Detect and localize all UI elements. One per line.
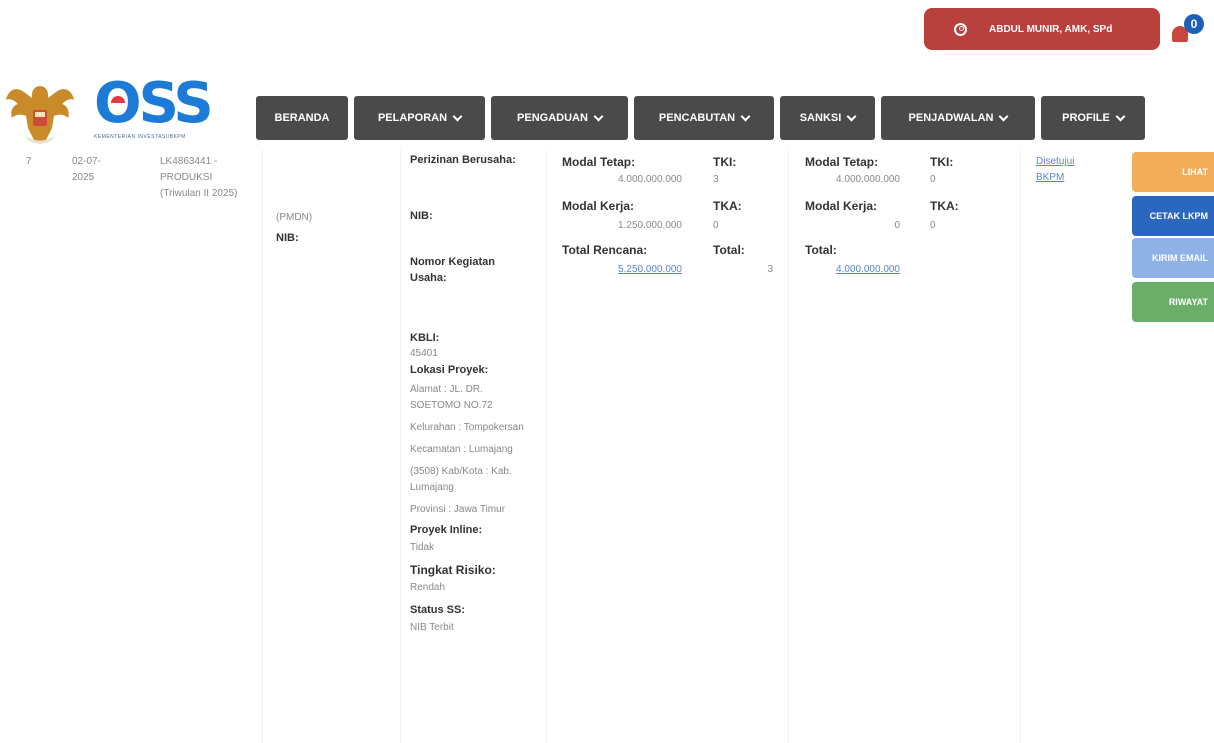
cetak-lkpm-button[interactable]: CETAK LKPM xyxy=(1132,196,1214,236)
notification-button[interactable]: 0 xyxy=(1168,12,1208,52)
nav-pelaporan[interactable]: PELAPORAN xyxy=(354,96,485,140)
risiko-value: Rendah xyxy=(410,582,446,593)
kbli-value: 45401 xyxy=(410,348,438,359)
rencana-tka-value: 0 xyxy=(713,220,719,231)
provinsi-value: Provinsi : Jawa Timur xyxy=(410,504,506,515)
status-link[interactable]: Disetujui BKPM xyxy=(1036,154,1096,186)
project-details: Perizinan Berusaha: NIB: Nomor Kegiatan … xyxy=(410,152,534,636)
realisasi-modal-tetap-label: Modal Tetap: xyxy=(805,155,879,169)
user-icon xyxy=(954,22,967,36)
row-number: 7 xyxy=(26,156,32,167)
chevron-down-icon xyxy=(846,111,857,121)
nav-penjadwalan[interactable]: PENJADWALAN xyxy=(881,96,1035,140)
realisasi-total-label: Total: xyxy=(805,243,837,257)
lihat-button[interactable]: LIHAT xyxy=(1132,152,1214,192)
status-ss-label: Status SS: xyxy=(410,604,466,616)
oss-logo-text: OSS xyxy=(94,71,214,136)
chevron-down-icon xyxy=(999,111,1009,121)
lokasi-label: Lokasi Proyek: xyxy=(410,364,489,376)
oss-logo-dome-icon xyxy=(111,96,125,103)
risiko-label: Tingkat Risiko: xyxy=(410,563,496,577)
rencana-modal-tetap-label: Modal Tetap: xyxy=(562,155,636,169)
row-date: 02-07- 2025 xyxy=(72,156,101,183)
user-menu-button[interactable]: ABDUL MUNIR, AMK, SPd xyxy=(924,8,1160,50)
realisasi-tki-value: 0 xyxy=(930,174,936,185)
rencana-modal-kerja-value: 1.250.000.000 xyxy=(618,220,682,231)
status-ss-value: NIB Terbit xyxy=(410,622,454,633)
nav-pencabutan[interactable]: PENCABUTAN xyxy=(634,96,774,140)
proyek-inline-label: Proyek Inline: xyxy=(410,524,483,536)
alamat-value: Alamat : JL. DR. SOETOMO NO.72 xyxy=(410,384,493,411)
rencana-tki-label: TKI: xyxy=(713,155,737,169)
rencana-total-label: Total Rencana: xyxy=(562,243,648,257)
kecamatan-value: Kecamatan : Lumajang xyxy=(410,444,513,455)
row-report: LK4863441 - PRODUKSI (Triwulan II 2025) xyxy=(160,156,238,199)
realisasi-tka-value: 0 xyxy=(930,220,936,231)
rencana-total-link[interactable]: 5.250.000.000 xyxy=(562,262,682,278)
riwayat-button[interactable]: RIWAYAT xyxy=(1132,282,1214,322)
realisasi-total-link[interactable]: 4.000.000.000 xyxy=(790,262,900,278)
nav-pengaduan[interactable]: PENGADUAN xyxy=(491,96,628,140)
kbli-label: KBLI: xyxy=(410,332,440,344)
garuda-emblem-icon xyxy=(6,86,74,144)
nib-label: NIB: xyxy=(276,232,299,244)
nav-profile[interactable]: PROFILE xyxy=(1041,96,1145,140)
realisasi-modal-tetap-value: 4.000.000.000 xyxy=(836,174,900,185)
rencana-modal-tetap-value: 4.000.000.000 xyxy=(618,174,682,185)
rencana-tk-total-label: Total: xyxy=(713,243,745,257)
main-nav: BERANDA PELAPORAN PENGADUAN PENCABUTAN S… xyxy=(256,96,1145,140)
notification-badge: 0 xyxy=(1184,14,1204,34)
oss-logo: OSS KEMENTERIAN INVESTASI/BKPM xyxy=(94,74,240,154)
user-name: ABDUL MUNIR, AMK, SPd xyxy=(989,23,1113,35)
proyek-inline-value: Tidak xyxy=(410,542,435,553)
company-type: (PMDN) xyxy=(276,212,313,223)
nav-beranda[interactable]: BERANDA xyxy=(256,96,348,140)
realisasi-modal-kerja-value: 0 xyxy=(894,220,900,231)
chevron-down-icon xyxy=(452,111,463,121)
kirim-email-button[interactable]: KIRIM EMAIL xyxy=(1132,238,1214,278)
rencana-tka-label: TKA: xyxy=(713,199,742,213)
nav-sanksi[interactable]: SANKSI xyxy=(780,96,875,140)
chevron-down-icon xyxy=(593,111,604,121)
nomor-kegiatan-label: Nomor Kegiatan Usaha: xyxy=(410,256,495,284)
chevron-down-icon xyxy=(1115,111,1126,121)
perizinan-label: Perizinan Berusaha: xyxy=(410,154,516,166)
nib-label-2: NIB: xyxy=(410,210,433,222)
chevron-down-icon xyxy=(740,111,751,121)
realisasi-tka-label: TKA: xyxy=(930,199,959,213)
realisasi-tki-label: TKI: xyxy=(930,155,954,169)
kabkota-value: (3508) Kab/Kota : Kab. Lumajang xyxy=(410,466,512,493)
rencana-tk-total-value: 3 xyxy=(767,264,773,275)
realisasi-modal-kerja-label: Modal Kerja: xyxy=(805,199,878,213)
rencana-tki-value: 3 xyxy=(713,174,719,185)
rencana-modal-kerja-label: Modal Kerja: xyxy=(562,199,635,213)
kelurahan-value: Kelurahan : Tompokersan xyxy=(410,422,524,433)
